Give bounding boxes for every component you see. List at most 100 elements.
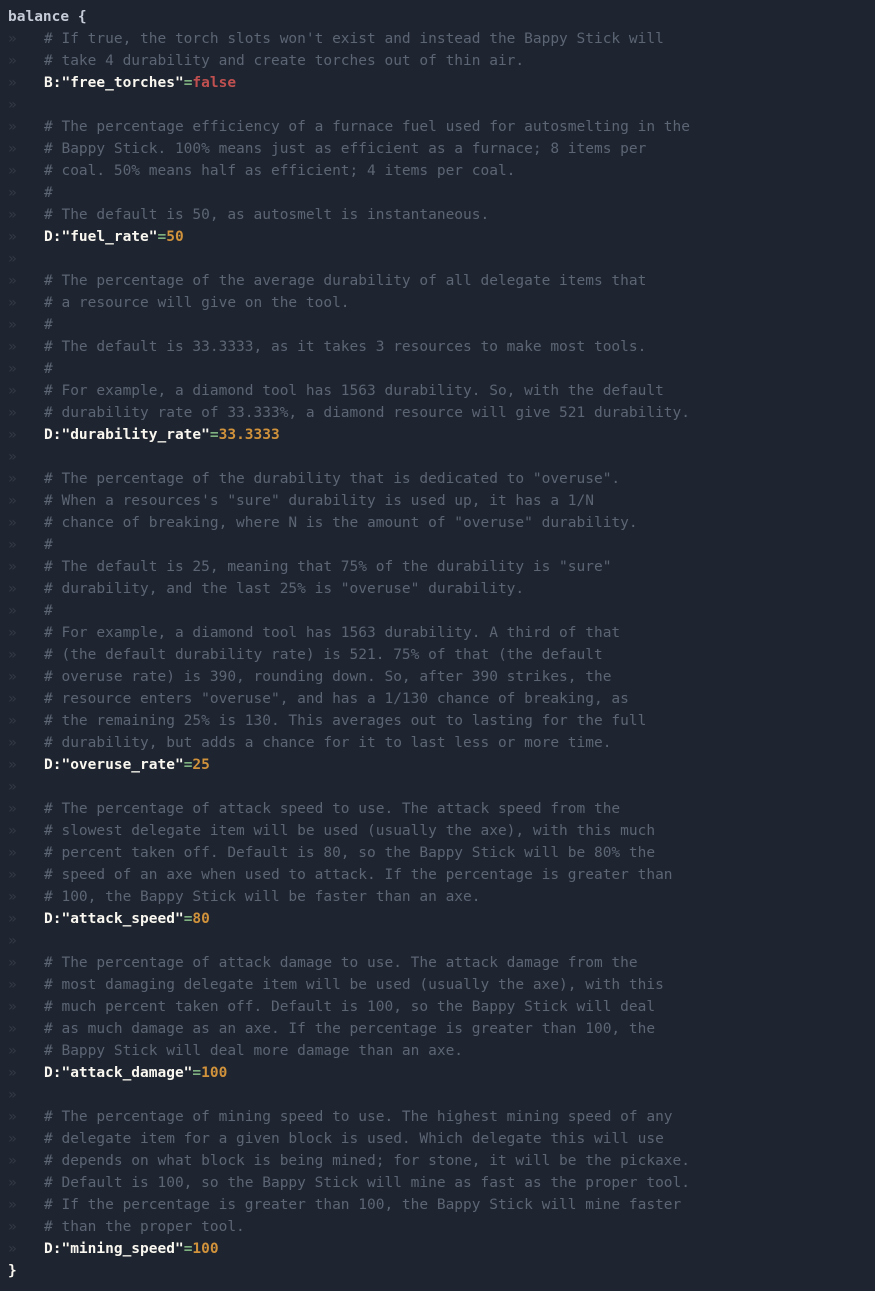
whitespace-marker: » <box>0 996 44 1018</box>
comment-text: # <box>44 600 53 622</box>
comment-text: # When a resources's "sure" durability i… <box>44 490 594 512</box>
comment-text: # (the default durability rate) is 521. … <box>44 644 603 666</box>
comment-text: # The percentage of attack speed to use.… <box>44 798 620 820</box>
equals-sign: = <box>184 72 193 94</box>
whitespace-marker: » <box>0 666 44 688</box>
code-line: »# durability rate of 33.333%, a diamond… <box>0 402 875 424</box>
config-type: D: <box>44 1062 61 1084</box>
whitespace-marker: » <box>0 798 44 820</box>
whitespace-marker: » <box>0 446 44 468</box>
config-key: "fuel_rate" <box>61 226 157 248</box>
comment-text: # Bappy Stick will deal more damage than… <box>44 1040 463 1062</box>
whitespace-marker: » <box>0 424 44 446</box>
whitespace-marker: » <box>0 94 44 116</box>
config-value: false <box>192 72 236 94</box>
code-line: »# The percentage of mining speed to use… <box>0 1106 875 1128</box>
comment-text: # than the proper tool. <box>44 1216 245 1238</box>
code-line: »# <box>0 314 875 336</box>
code-line: »# The percentage of attack speed to use… <box>0 798 875 820</box>
code-line: »# (the default durability rate) is 521.… <box>0 644 875 666</box>
config-type: D: <box>44 1238 61 1260</box>
whitespace-marker: » <box>0 182 44 204</box>
code-line: »# Bappy Stick will deal more damage tha… <box>0 1040 875 1062</box>
code-line: »# <box>0 358 875 380</box>
whitespace-marker: » <box>0 138 44 160</box>
code-line: »# durability, and the last 25% is "over… <box>0 578 875 600</box>
whitespace-marker: » <box>0 314 44 336</box>
whitespace-marker: » <box>0 622 44 644</box>
code-line: »# If the percentage is greater than 100… <box>0 1194 875 1216</box>
comment-text: # If true, the torch slots won't exist a… <box>44 28 664 50</box>
code-line: »# percent taken off. Default is 80, so … <box>0 842 875 864</box>
code-line: »# The percentage efficiency of a furnac… <box>0 116 875 138</box>
whitespace-marker: » <box>0 820 44 842</box>
code-line: } <box>0 1260 875 1282</box>
comment-text: # speed of an axe when used to attack. I… <box>44 864 673 886</box>
whitespace-marker: » <box>0 160 44 182</box>
code-line: »# speed of an axe when used to attack. … <box>0 864 875 886</box>
code-line: »D:"overuse_rate"=25 <box>0 754 875 776</box>
comment-text: # The percentage of the average durabili… <box>44 270 646 292</box>
code-line: »# The default is 50, as autosmelt is in… <box>0 204 875 226</box>
code-line: »# coal. 50% means half as efficient; 4 … <box>0 160 875 182</box>
code-line: »# <box>0 182 875 204</box>
comment-text: # <box>44 358 53 380</box>
config-key: "overuse_rate" <box>61 754 183 776</box>
whitespace-marker: » <box>0 710 44 732</box>
code-line: »# The percentage of the durability that… <box>0 468 875 490</box>
comment-text: # 100, the Bappy Stick will be faster th… <box>44 886 481 908</box>
comment-text: # For example, a diamond tool has 1563 d… <box>44 622 620 644</box>
code-line: balance { <box>0 6 875 28</box>
code-line: »# than the proper tool. <box>0 1216 875 1238</box>
whitespace-marker: » <box>0 380 44 402</box>
equals-sign: = <box>184 754 193 776</box>
config-value: 33.3333 <box>219 424 280 446</box>
comment-text: # overuse rate) is 390, rounding down. S… <box>44 666 611 688</box>
code-line: »# chance of breaking, where N is the am… <box>0 512 875 534</box>
whitespace-marker: » <box>0 358 44 380</box>
whitespace-marker: » <box>0 1172 44 1194</box>
whitespace-marker: » <box>0 1062 44 1084</box>
whitespace-marker: » <box>0 1238 44 1260</box>
equals-sign: = <box>192 1062 201 1084</box>
comment-text: # durability rate of 33.333%, a diamond … <box>44 402 690 424</box>
comment-text: # The percentage of the durability that … <box>44 468 620 490</box>
code-line: »# For example, a diamond tool has 1563 … <box>0 622 875 644</box>
whitespace-marker: » <box>0 1194 44 1216</box>
whitespace-marker: » <box>0 776 44 798</box>
equals-sign: = <box>210 424 219 446</box>
code-line: »# resource enters "overuse", and has a … <box>0 688 875 710</box>
code-line: »# For example, a diamond tool has 1563 … <box>0 380 875 402</box>
comment-text: # take 4 durability and create torches o… <box>44 50 524 72</box>
code-line: »D:"durability_rate"=33.3333 <box>0 424 875 446</box>
whitespace-marker: » <box>0 402 44 424</box>
comment-text: # The default is 33.3333, as it takes 3 … <box>44 336 646 358</box>
whitespace-marker: » <box>0 248 44 270</box>
code-line: »# Default is 100, so the Bappy Stick wi… <box>0 1172 875 1194</box>
code-line: » <box>0 94 875 116</box>
config-type: D: <box>44 226 61 248</box>
whitespace-marker: » <box>0 754 44 776</box>
whitespace-marker: » <box>0 50 44 72</box>
config-value: 50 <box>166 226 183 248</box>
comment-text: # durability, but adds a chance for it t… <box>44 732 611 754</box>
whitespace-marker: » <box>0 974 44 996</box>
comment-text: # as much damage as an axe. If the perce… <box>44 1018 655 1040</box>
code-line: »# When a resources's "sure" durability … <box>0 490 875 512</box>
whitespace-marker: » <box>0 886 44 908</box>
config-key: "durability_rate" <box>61 424 209 446</box>
comment-text: # The default is 50, as autosmelt is ins… <box>44 204 489 226</box>
comment-text: # coal. 50% means half as efficient; 4 i… <box>44 160 515 182</box>
whitespace-marker: » <box>0 72 44 94</box>
whitespace-marker: » <box>0 1150 44 1172</box>
code-line: »# <box>0 534 875 556</box>
comment-text: # much percent taken off. Default is 100… <box>44 996 655 1018</box>
config-value: 100 <box>201 1062 227 1084</box>
whitespace-marker: » <box>0 116 44 138</box>
code-line: »# Bappy Stick. 100% means just as effic… <box>0 138 875 160</box>
code-line: »# take 4 durability and create torches … <box>0 50 875 72</box>
code-line: »# much percent taken off. Default is 10… <box>0 996 875 1018</box>
config-type: D: <box>44 908 61 930</box>
whitespace-marker: » <box>0 1084 44 1106</box>
code-line: » <box>0 930 875 952</box>
